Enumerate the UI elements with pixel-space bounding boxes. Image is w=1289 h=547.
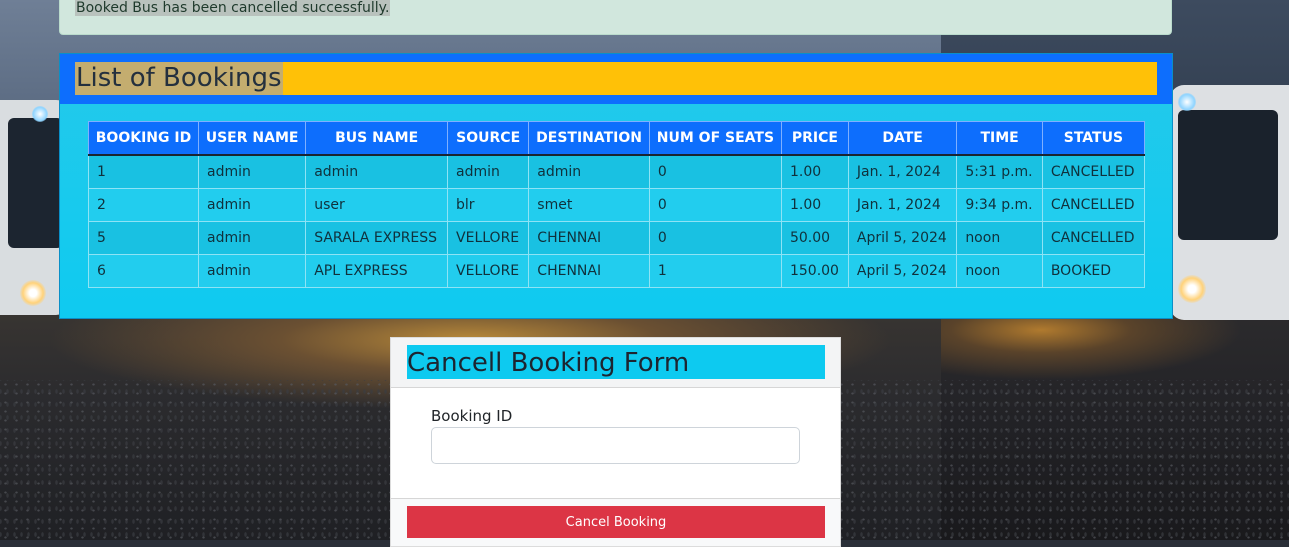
table-cell: 6 [88,254,199,288]
table-cell: CANCELLED [1041,221,1146,255]
table-cell: 1 [648,254,782,288]
table-cell: April 5, 2024 [847,221,958,255]
table-cell: SARALA EXPRESS [305,221,449,255]
table-cell: noon [956,221,1043,255]
column-header: USER NAME [197,121,307,156]
table-cell: smet [528,188,650,222]
table-row: 6 admin APL EXPRESS VELLORE CHENNAI 1 150.00 Ap… [88,254,1146,288]
column-header: DATE [847,121,958,156]
column-header: TIME [956,121,1043,156]
table-row: 2 admin user blr smet 0 1.00 Jan. 1, 2024 9:34 p… [88,188,1146,222]
table-cell: CANCELLED [1041,188,1146,222]
alert-message: Booked Bus has been cancelled successful… [75,0,391,16]
form-header: Cancell Booking Form [391,338,840,388]
booking-id-label: Booking ID [431,407,513,425]
table-cell: Jan. 1, 2024 [847,188,958,222]
table-cell: 1.00 [780,154,849,189]
bookings-table: BOOKING ID USER NAME BUS NAME SOURCE DESTINA… [88,121,1146,288]
table-cell: 0 [648,154,782,189]
table-cell: CHENNAI [528,221,650,255]
bus-right-image [1170,85,1289,320]
column-header: NUM OF SEATS [648,121,782,156]
table-cell: 9:34 p.m. [956,188,1043,222]
table-row: 5 admin SARALA EXPRESS VELLORE CHENNAI 0 50.00… [88,221,1146,255]
table-cell: 50.00 [780,221,849,255]
table-cell: admin [305,154,449,189]
table-cell: 5:31 p.m. [956,154,1043,189]
bookings-title: List of Bookings [75,62,283,95]
table-cell: APL EXPRESS [305,254,449,288]
table-cell: 0 [648,221,782,255]
table-cell: admin [528,154,650,189]
table-cell: noon [956,254,1043,288]
bookings-card-header: List of Bookings [60,54,1172,104]
table-cell: VELLORE [447,221,530,255]
table-cell: admin [197,254,307,288]
column-header: PRICE [780,121,849,156]
table-cell: blr [447,188,530,222]
table-cell: admin [447,154,530,189]
table-cell: 5 [88,221,199,255]
table-cell: admin [197,154,307,189]
form-body: Booking ID [391,388,840,499]
table-cell: 1 [88,154,199,189]
table-cell: 2 [88,188,199,222]
table-cell: CANCELLED [1041,154,1146,189]
table-cell: user [305,188,449,222]
table-cell: Jan. 1, 2024 [847,154,958,189]
table-cell: admin [197,221,307,255]
table-cell: CHENNAI [528,254,650,288]
cancel-booking-button[interactable]: Cancel Booking [407,506,825,538]
table-cell: 0 [648,188,782,222]
form-title: Cancell Booking Form [407,345,825,379]
table-cell: 1.00 [780,188,849,222]
success-alert: Booked Bus has been cancelled successful… [59,0,1172,35]
column-header: BUS NAME [305,121,449,156]
column-header: STATUS [1041,121,1146,156]
table-cell: April 5, 2024 [847,254,958,288]
cancel-booking-form: Cancell Booking Form Booking ID Cancel B… [390,337,841,547]
table-cell: BOOKED [1041,254,1146,288]
table-header-row: BOOKING ID USER NAME BUS NAME SOURCE DESTINA… [88,121,1146,156]
table-cell: VELLORE [447,254,530,288]
table-body: 1 admin admin admin admin 0 1.00 Jan. 1, 2024 5:… [88,154,1146,288]
column-header: SOURCE [447,121,530,156]
table-cell: admin [197,188,307,222]
booking-id-input[interactable] [431,427,800,464]
table-cell: 150.00 [780,254,849,288]
column-header: DESTINATION [528,121,650,156]
column-header: BOOKING ID [88,121,199,156]
table-row: 1 admin admin admin admin 0 1.00 Jan. 1, 2024 5:… [88,154,1146,189]
bookings-card: List of Bookings BOOKING ID USER NAME BUS … [59,53,1173,319]
